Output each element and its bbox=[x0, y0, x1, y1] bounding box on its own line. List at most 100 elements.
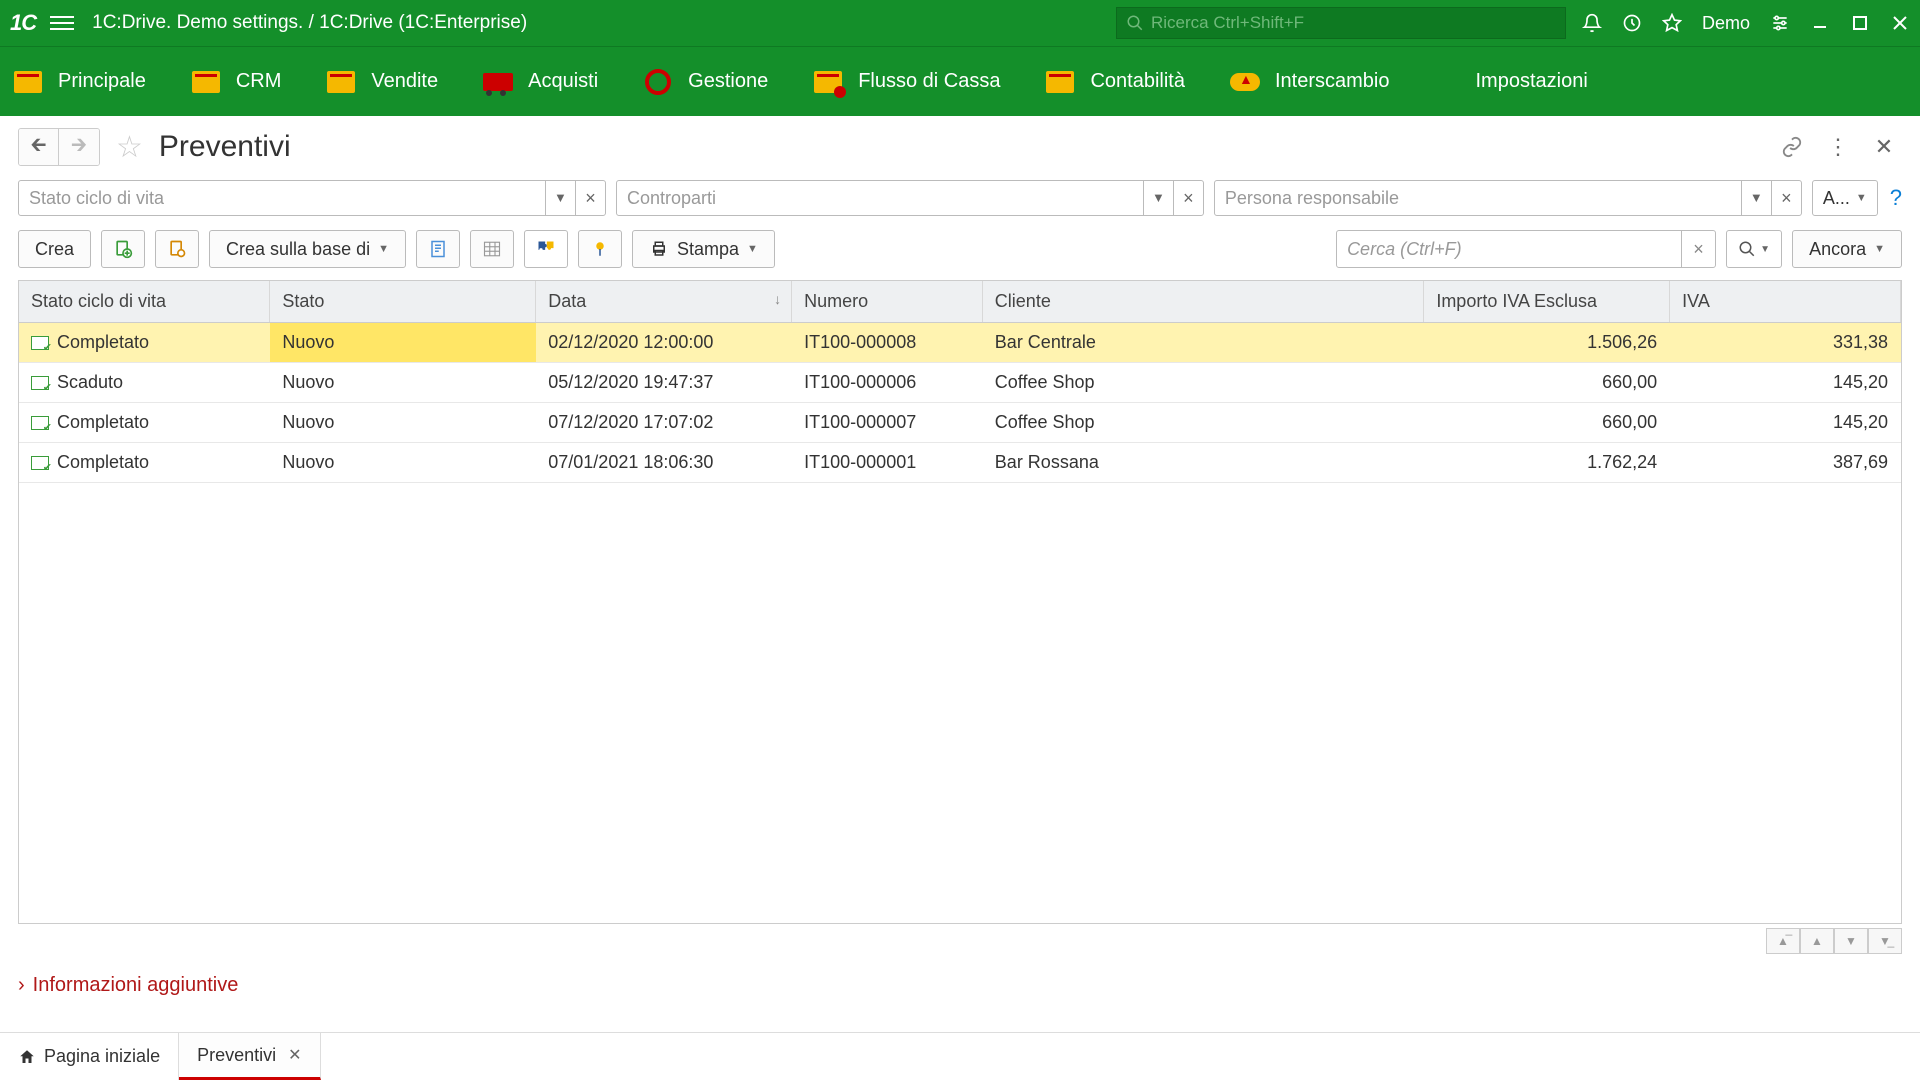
page-title: Preventivi bbox=[159, 130, 291, 164]
close-page-icon[interactable]: ✕ bbox=[1866, 129, 1902, 165]
favorite-star-icon[interactable]: ☆ bbox=[116, 130, 143, 165]
cell-vat: 145,20 bbox=[1670, 403, 1901, 443]
col-date[interactable]: Data ↓ bbox=[536, 281, 792, 323]
nav-impostazioni[interactable]: Impostazioni bbox=[1434, 68, 1588, 96]
nav-acquisti[interactable]: Acquisti bbox=[482, 68, 598, 96]
cell-amount: 660,00 bbox=[1424, 363, 1670, 403]
quotes-table: Stato ciclo di vita Stato Data ↓ Numero C… bbox=[19, 281, 1901, 483]
history-icon[interactable] bbox=[1622, 13, 1642, 33]
global-search-input[interactable] bbox=[1151, 13, 1557, 33]
chevron-right-icon: › bbox=[18, 974, 25, 997]
puzzle-button[interactable] bbox=[524, 230, 568, 268]
nav-first-icon[interactable]: ▲̅ bbox=[1766, 928, 1800, 954]
cell-customer: Coffee Shop bbox=[982, 403, 1424, 443]
clear-icon[interactable]: × bbox=[575, 181, 605, 215]
cell-amount: 1.506,26 bbox=[1424, 323, 1670, 363]
cell-date: 05/12/2020 19:47:37 bbox=[536, 363, 792, 403]
cell-lifecycle: Completato bbox=[19, 323, 270, 363]
clear-icon[interactable]: × bbox=[1173, 181, 1203, 215]
sort-icon: ↓ bbox=[774, 291, 781, 307]
nav-vendite[interactable]: Vendite bbox=[325, 68, 438, 96]
table-search-input[interactable] bbox=[1337, 239, 1681, 260]
table-row[interactable]: CompletatoNuovo07/12/2020 17:07:02IT100-… bbox=[19, 403, 1901, 443]
user-label[interactable]: Demo bbox=[1702, 13, 1750, 34]
create-label: Crea bbox=[35, 239, 74, 260]
table-search[interactable]: × bbox=[1336, 230, 1716, 268]
filter-counterparty-input[interactable] bbox=[617, 188, 1143, 209]
search-icon bbox=[1125, 13, 1145, 33]
hamburger-icon[interactable] bbox=[50, 11, 74, 35]
chevron-down-icon[interactable]: ▼ bbox=[1741, 181, 1771, 215]
tab-home[interactable]: Pagina iniziale bbox=[0, 1033, 179, 1080]
col-lifecycle[interactable]: Stato ciclo di vita bbox=[19, 281, 270, 323]
create-based-label: Crea sulla base di bbox=[226, 239, 370, 260]
report-button[interactable] bbox=[416, 230, 460, 268]
more-button[interactable]: Ancora▼ bbox=[1792, 230, 1902, 268]
chevron-down-icon[interactable]: ▼ bbox=[545, 181, 575, 215]
search-button[interactable]: ▼ bbox=[1726, 230, 1782, 268]
create-button[interactable]: Crea bbox=[18, 230, 91, 268]
nav-up-icon[interactable]: ▲ bbox=[1800, 928, 1834, 954]
nav-last-icon[interactable]: ▼̲ bbox=[1868, 928, 1902, 954]
nav-interscambio[interactable]: Interscambio bbox=[1229, 68, 1390, 96]
cell-number: IT100-000006 bbox=[792, 363, 983, 403]
filter-lifecycle[interactable]: ▼ × bbox=[18, 180, 606, 216]
settings-icon[interactable] bbox=[1770, 13, 1790, 33]
clear-icon[interactable]: × bbox=[1771, 181, 1801, 215]
nav-principale[interactable]: Principale bbox=[12, 68, 146, 96]
print-button[interactable]: Stampa▼ bbox=[632, 230, 775, 268]
kebab-menu-icon[interactable]: ⋮ bbox=[1820, 129, 1856, 165]
chevron-down-icon[interactable]: ▼ bbox=[1143, 181, 1173, 215]
nav-down-icon[interactable]: ▼ bbox=[1834, 928, 1868, 954]
more-label: Ancora bbox=[1809, 239, 1866, 260]
table-row[interactable]: CompletatoNuovo02/12/2020 12:00:00IT100-… bbox=[19, 323, 1901, 363]
grid-button[interactable] bbox=[470, 230, 514, 268]
cell-number: IT100-000007 bbox=[792, 403, 983, 443]
nav-label: Principale bbox=[58, 70, 146, 93]
filter-responsible[interactable]: ▼ × bbox=[1214, 180, 1802, 216]
table-row[interactable]: CompletatoNuovo07/01/2021 18:06:30IT100-… bbox=[19, 443, 1901, 483]
additional-info-link[interactable]: › Informazioni aggiuntive bbox=[18, 974, 1902, 997]
tab-home-label: Pagina iniziale bbox=[44, 1046, 160, 1067]
table-row[interactable]: ScadutoNuovo05/12/2020 19:47:37IT100-000… bbox=[19, 363, 1901, 403]
bottom-tabs: Pagina iniziale Preventivi ✕ bbox=[0, 1032, 1920, 1080]
col-status[interactable]: Stato bbox=[270, 281, 536, 323]
filter-lifecycle-input[interactable] bbox=[19, 188, 545, 209]
cell-status: Nuovo bbox=[270, 363, 536, 403]
forward-button[interactable]: 🡲 bbox=[59, 129, 99, 165]
nav-contabilita[interactable]: Contabilità bbox=[1044, 68, 1185, 96]
filter-a-button[interactable]: A...▼ bbox=[1812, 180, 1878, 216]
col-date-label: Data bbox=[548, 291, 586, 311]
nav-gestione[interactable]: Gestione bbox=[642, 68, 768, 96]
clear-search-icon[interactable]: × bbox=[1681, 231, 1715, 267]
cell-vat: 331,38 bbox=[1670, 323, 1901, 363]
tab-close-icon[interactable]: ✕ bbox=[288, 1045, 301, 1065]
window-title: 1C:Drive. Demo settings. / 1C:Drive (1C:… bbox=[92, 12, 527, 34]
col-amount[interactable]: Importo IVA Esclusa bbox=[1424, 281, 1670, 323]
col-number[interactable]: Numero bbox=[792, 281, 983, 323]
doc-settings-button[interactable] bbox=[155, 230, 199, 268]
col-customer[interactable]: Cliente bbox=[982, 281, 1424, 323]
create-based-button[interactable]: Crea sulla base di▼ bbox=[209, 230, 406, 268]
home-icon bbox=[18, 1048, 36, 1066]
close-window-icon[interactable] bbox=[1890, 13, 1910, 33]
minimize-icon[interactable] bbox=[1810, 13, 1830, 33]
filter-responsible-input[interactable] bbox=[1215, 188, 1741, 209]
nav-crm[interactable]: CRM bbox=[190, 68, 282, 96]
cell-customer: Coffee Shop bbox=[982, 363, 1424, 403]
global-search[interactable] bbox=[1116, 7, 1566, 39]
help-icon[interactable]: ? bbox=[1890, 185, 1902, 211]
copy-doc-button[interactable] bbox=[101, 230, 145, 268]
col-vat[interactable]: IVA bbox=[1670, 281, 1901, 323]
bell-icon[interactable] bbox=[1582, 13, 1602, 33]
filter-counterparty[interactable]: ▼ × bbox=[616, 180, 1204, 216]
star-icon[interactable] bbox=[1662, 13, 1682, 33]
doc-status-icon bbox=[31, 376, 49, 390]
link-icon[interactable] bbox=[1774, 129, 1810, 165]
cell-date: 07/01/2021 18:06:30 bbox=[536, 443, 792, 483]
tab-preventivi[interactable]: Preventivi ✕ bbox=[179, 1033, 320, 1080]
pin-button[interactable] bbox=[578, 230, 622, 268]
maximize-icon[interactable] bbox=[1850, 13, 1870, 33]
back-button[interactable]: 🡰 bbox=[19, 129, 59, 165]
nav-flusso[interactable]: Flusso di Cassa bbox=[812, 68, 1000, 96]
